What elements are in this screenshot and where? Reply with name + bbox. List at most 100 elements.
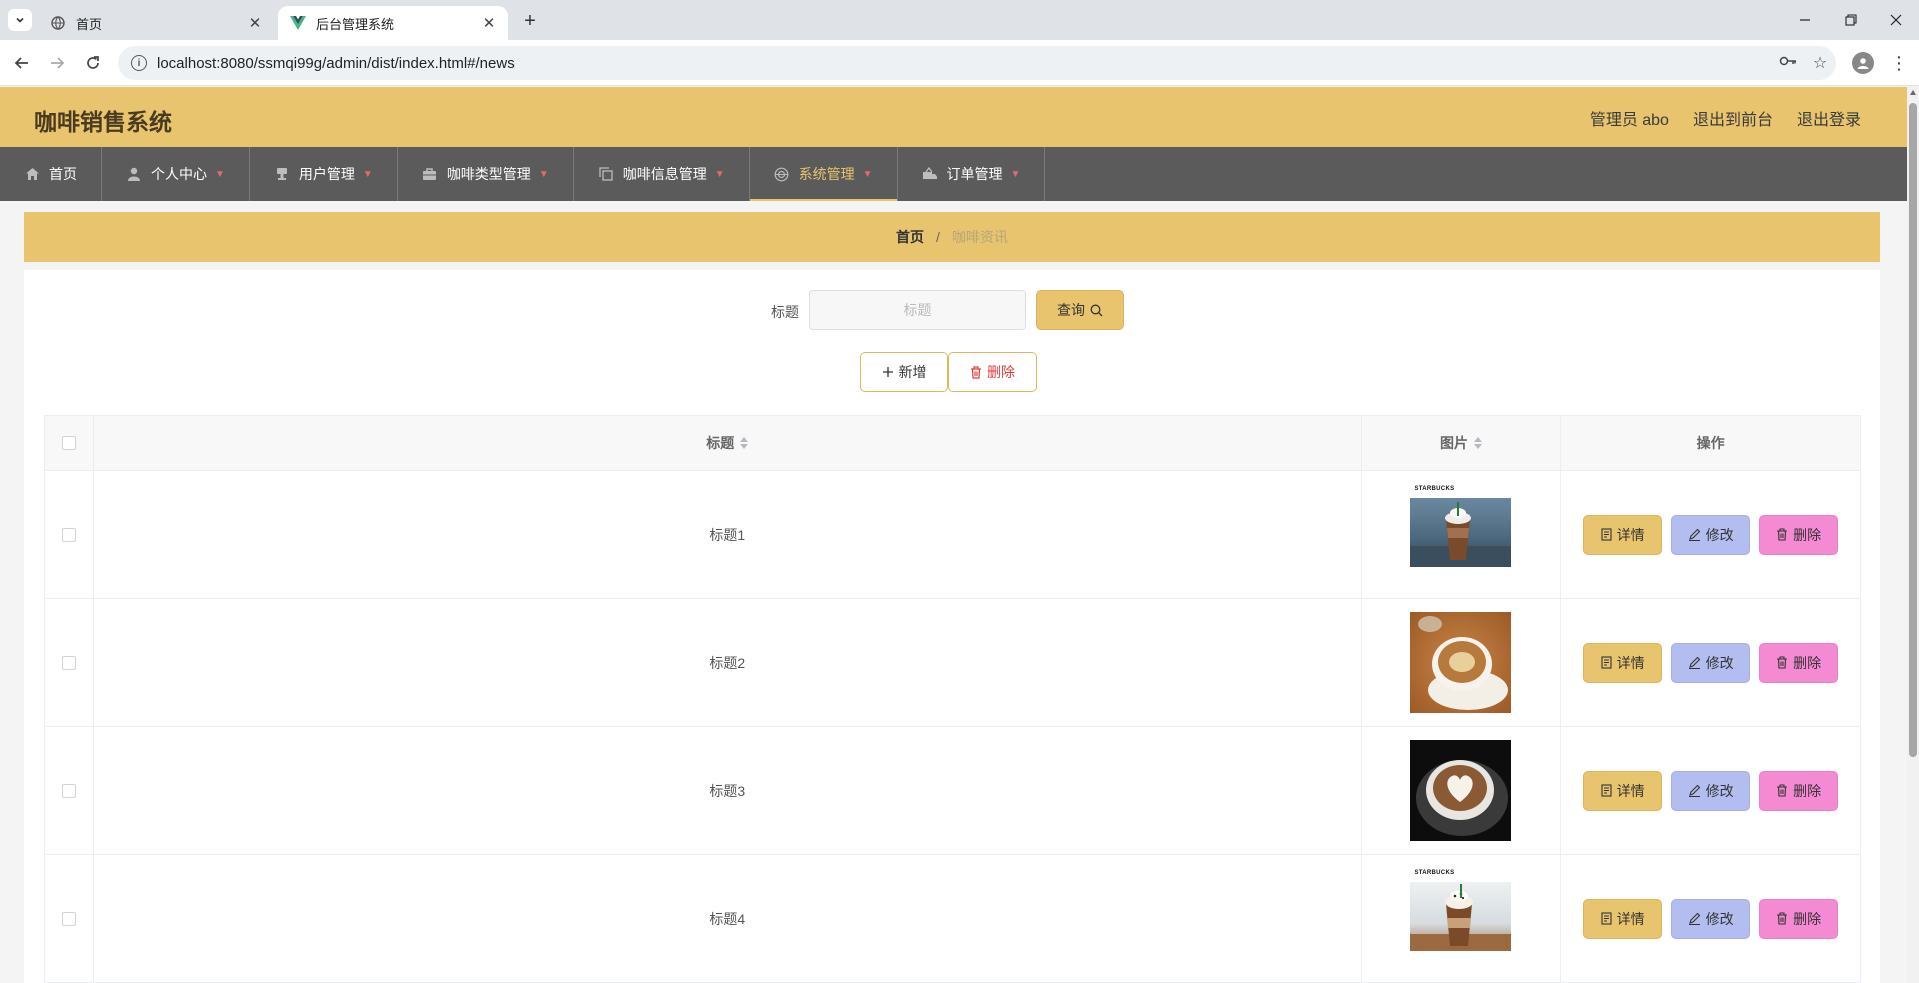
breadcrumb-current: 咖啡资讯: [951, 229, 1008, 245]
close-icon[interactable]: ✕: [478, 12, 500, 34]
edit-button[interactable]: 修改: [1671, 642, 1751, 683]
row-image-cell: STARBUCKS: [1362, 471, 1562, 598]
edit-label: 修改: [1705, 782, 1734, 799]
briefcase-icon: [422, 166, 438, 182]
table-row: 标题4 STARBUCKS 详情 修改 删除: [45, 855, 1860, 983]
detail-button[interactable]: 详情: [1583, 898, 1663, 939]
minimize-icon[interactable]: [1785, 8, 1825, 32]
pencil-icon: [1688, 912, 1701, 925]
delete-button[interactable]: 删除: [1759, 770, 1839, 811]
key-icon[interactable]: [1772, 54, 1804, 72]
menu-label: 订单管理: [946, 166, 1003, 182]
row-title: 标题1: [709, 526, 746, 543]
edit-button[interactable]: 修改: [1671, 770, 1751, 811]
starbucks-mocha-frappuccino-photo[interactable]: STARBUCKS: [1410, 868, 1512, 969]
detail-button[interactable]: 详情: [1583, 514, 1663, 555]
menu-item-system[interactable]: 系统管理 ▼: [749, 147, 898, 201]
row-checkbox[interactable]: [61, 655, 76, 670]
tab-search-button[interactable]: [8, 9, 32, 31]
close-window-icon[interactable]: [1876, 8, 1916, 32]
site-info-icon[interactable]: i: [131, 55, 147, 71]
row-title: 标题3: [709, 782, 746, 799]
header-title-cell[interactable]: 标题: [94, 416, 1362, 470]
profile-avatar-icon[interactable]: [1852, 52, 1874, 74]
chevron-down-icon: ▼: [362, 168, 373, 180]
page-scrollbar[interactable]: [1907, 87, 1919, 983]
stamp-icon: [274, 166, 290, 182]
pencil-icon: [1688, 784, 1701, 797]
menu-item-orders[interactable]: 订单管理 ▼: [898, 147, 1046, 201]
latte-cup-on-wood-photo[interactable]: [1410, 612, 1512, 713]
address-bar: i localhost:8080/ssmqi99g/admin/dist/ind…: [0, 40, 1919, 86]
star-icon[interactable]: ☆: [1804, 53, 1836, 73]
batch-delete-button[interactable]: 删除: [948, 352, 1037, 392]
add-label: 新增: [898, 364, 927, 380]
browser-tab-home[interactable]: 首页 ✕: [38, 6, 274, 40]
trash-icon: [1776, 528, 1788, 541]
menu-item-home[interactable]: 首页: [0, 147, 102, 201]
vue-logo-icon: [290, 15, 306, 31]
search-form: 标题 查询: [24, 290, 1880, 330]
sort-icon[interactable]: [1473, 437, 1482, 449]
row-select-cell: [45, 855, 94, 982]
row-select-cell: [45, 727, 94, 854]
url-field[interactable]: i localhost:8080/ssmqi99g/admin/dist/ind…: [118, 46, 1836, 80]
detail-label: 详情: [1616, 654, 1645, 671]
browser-menu-icon[interactable]: ⋮: [1890, 52, 1908, 74]
forward-icon[interactable]: [45, 51, 69, 75]
app-brand: 咖啡销售系统: [34, 109, 172, 135]
menu-item-profile[interactable]: 个人中心 ▼: [102, 147, 250, 201]
to-front-link[interactable]: 退出到前台: [1693, 106, 1773, 130]
pencil-icon: [1688, 528, 1701, 541]
menu-item-coffee-types[interactable]: 咖啡类型管理 ▼: [398, 147, 574, 201]
edit-button[interactable]: 修改: [1671, 514, 1751, 555]
select-all-checkbox[interactable]: [61, 436, 76, 450]
row-select-cell: [45, 471, 94, 598]
app-header: 咖啡销售系统 管理员 abo 退出到前台 退出登录: [0, 87, 1907, 147]
add-button[interactable]: 新增: [860, 352, 948, 392]
row-image-cell: [1362, 727, 1562, 854]
menu-label: 个人中心: [151, 166, 207, 182]
edit-button[interactable]: 修改: [1671, 898, 1751, 939]
close-icon[interactable]: ✕: [244, 12, 266, 34]
action-buttons: 新增 删除: [24, 352, 1880, 392]
browser-tab-admin[interactable]: 后台管理系统 ✕: [278, 6, 508, 40]
row-checkbox[interactable]: [61, 783, 76, 798]
column-ops: 操作: [1696, 435, 1725, 451]
header-actions: 管理员 abo 退出到前台 退出登录: [1590, 106, 1861, 130]
edit-label: 修改: [1705, 526, 1734, 543]
detail-button[interactable]: 详情: [1583, 642, 1663, 683]
header-select-cell: [45, 416, 94, 470]
detail-button[interactable]: 详情: [1583, 770, 1663, 811]
delete-button[interactable]: 删除: [1759, 642, 1839, 683]
home-icon: [24, 166, 40, 182]
logout-link[interactable]: 退出登录: [1797, 106, 1861, 130]
row-checkbox[interactable]: [61, 527, 76, 542]
menu-item-users[interactable]: 用户管理 ▼: [250, 147, 398, 201]
reload-icon[interactable]: [81, 51, 105, 75]
chevron-down-icon: ▼: [1010, 168, 1021, 180]
delete-button[interactable]: 删除: [1759, 898, 1839, 939]
trash-icon: [970, 365, 982, 379]
scrollbar-thumb[interactable]: [1909, 103, 1917, 757]
menu-label: 咖啡类型管理: [446, 166, 531, 182]
document-icon: [1601, 912, 1612, 925]
latte-art-heart-photo[interactable]: [1410, 740, 1512, 841]
query-button[interactable]: 查询: [1036, 290, 1124, 330]
back-icon[interactable]: [10, 51, 34, 75]
trash-icon: [1776, 912, 1788, 925]
scroll-up-arrow-icon[interactable]: [1910, 90, 1916, 95]
sort-icon[interactable]: [740, 437, 749, 449]
starbucks-frappuccino-photo[interactable]: STARBUCKS: [1410, 484, 1512, 585]
new-tab-button[interactable]: +: [518, 9, 542, 33]
menu-item-coffee-info[interactable]: 咖啡信息管理 ▼: [574, 147, 750, 201]
breadcrumb-home[interactable]: 首页: [896, 227, 924, 247]
row-title-cell: 标题1: [94, 471, 1362, 598]
breadcrumb: 首页 / 咖啡资讯: [24, 212, 1880, 262]
row-checkbox[interactable]: [61, 911, 76, 926]
delete-button[interactable]: 删除: [1759, 514, 1839, 555]
header-image-cell[interactable]: 图片: [1362, 416, 1562, 470]
restore-icon[interactable]: [1831, 8, 1871, 32]
title-search-input[interactable]: [809, 290, 1026, 330]
breadcrumb-separator: /: [936, 229, 940, 245]
